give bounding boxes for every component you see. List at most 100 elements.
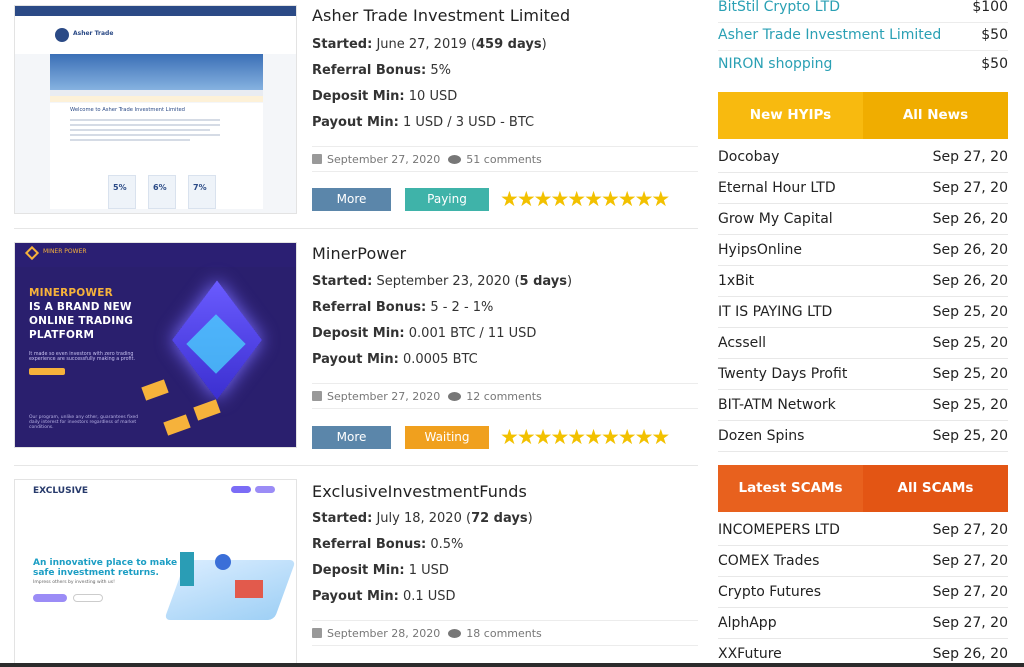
listing-thumbnail[interactable]: EXCLUSIVE An innovative place to make sa… (14, 479, 297, 667)
thumb-coin (141, 379, 169, 401)
rating-stars: ★★★★★★★★★★ (500, 425, 670, 449)
thumb-headline: PLATFORM (29, 329, 95, 341)
thumb-headline-line: safe investment returns. (33, 568, 159, 578)
more-button[interactable]: More (312, 426, 391, 449)
list-item-name[interactable]: INCOMEPERS LTD (718, 522, 840, 538)
list-item-date: Sep 25, 20 (932, 428, 1008, 444)
listing-thumbnail[interactable]: MINER POWER MINERPOWER IS A BRAND NEW ON… (14, 242, 297, 448)
top-list-name[interactable]: NIRON shopping (718, 56, 832, 72)
comments-icon (448, 154, 462, 164)
referral-label: Referral Bonus: (312, 537, 427, 552)
thumb-plan-card (148, 175, 176, 209)
list-item-name[interactable]: XXFuture (718, 646, 782, 662)
status-badge-waiting[interactable]: Waiting (405, 426, 489, 449)
deposit-label: Deposit Min: (312, 563, 405, 578)
meta-payout: Payout Min: 0.1 USD (312, 584, 533, 610)
thumb-text-line (70, 129, 210, 131)
status-badge-paying[interactable]: Paying (405, 188, 489, 211)
list-item[interactable]: Docobay Sep 27, 20 (718, 142, 1008, 173)
list-item[interactable]: Twenty Days Profit Sep 25, 20 (718, 359, 1008, 390)
list-item-name[interactable]: COMEX Trades (718, 553, 819, 569)
list-item[interactable]: Crypto Futures Sep 27, 20 (718, 577, 1008, 608)
thumb-hero (50, 54, 263, 90)
deposit-value: 1 USD (408, 563, 449, 578)
list-item-name[interactable]: 1xBit (718, 273, 754, 289)
meta-deposit: Deposit Min: 1 USD (312, 558, 533, 584)
top-list-name[interactable]: Asher Trade Investment Limited (718, 27, 941, 43)
list-item-name[interactable]: Dozen Spins (718, 428, 804, 444)
meta-referral: Referral Bonus: 5% (312, 58, 547, 84)
list-item[interactable]: INCOMEPERS LTD Sep 27, 20 (718, 515, 1008, 546)
list-item-name[interactable]: Grow My Capital (718, 211, 833, 227)
list-item[interactable]: 1xBit Sep 26, 20 (718, 266, 1008, 297)
list-item-date: Sep 25, 20 (932, 304, 1008, 320)
top-list-amount: $50 (981, 56, 1008, 72)
list-item-name[interactable]: Crypto Futures (718, 584, 821, 600)
thumb-plan-percent: 7% (193, 183, 207, 192)
list-item-date: Sep 25, 20 (932, 366, 1008, 382)
meta-referral: Referral Bonus: 0.5% (312, 532, 533, 558)
tab-latest-scams[interactable]: Latest SCAMs (718, 465, 863, 512)
meta-deposit: Deposit Min: 10 USD (312, 84, 547, 110)
top-list-item[interactable]: Asher Trade Investment Limited $50 (718, 20, 1008, 51)
top-list-name[interactable]: BitStil Crypto LTD (718, 0, 840, 15)
star-icon: ★★★★★★★★★★ (500, 425, 670, 449)
thumb-headline: An innovative place to make safe investm… (33, 558, 177, 578)
list-item-name[interactable]: Eternal Hour LTD (718, 180, 836, 196)
deposit-label: Deposit Min: (312, 326, 405, 341)
list-item-name[interactable]: Docobay (718, 149, 779, 165)
list-item-name[interactable]: IT IS PAYING LTD (718, 304, 832, 320)
thumb-server-graphic (180, 552, 194, 586)
comments-link[interactable]: 51 comments (466, 153, 542, 166)
started-days: 72 days (471, 511, 528, 526)
list-item-name[interactable]: AlphApp (718, 615, 777, 631)
meta-started: Started: September 23, 2020 (5 days) (312, 274, 573, 289)
tab-all-news[interactable]: All News (863, 92, 1008, 139)
more-button[interactable]: More (312, 188, 391, 211)
tab-all-scams[interactable]: All SCAMs (863, 465, 1008, 512)
comments-link[interactable]: 18 comments (466, 627, 542, 640)
listing-title[interactable]: MinerPower (312, 244, 406, 263)
list-item-name[interactable]: HyipsOnline (718, 242, 802, 258)
post-info: September 27, 2020 51 comments (312, 146, 698, 172)
list-item[interactable]: BIT-ATM Network Sep 25, 20 (718, 390, 1008, 421)
listing-thumbnail[interactable]: Asher Trade Welcome to Asher Trade Inves… (14, 5, 297, 214)
list-item-date: Sep 27, 20 (932, 553, 1008, 569)
thumb-plan-percent: 5% (113, 183, 127, 192)
list-item[interactable]: HyipsOnline Sep 26, 20 (718, 235, 1008, 266)
meta-deposit: Deposit Min: 0.001 BTC / 11 USD (312, 321, 572, 347)
list-item[interactable]: COMEX Trades Sep 27, 20 (718, 546, 1008, 577)
list-item-name[interactable]: BIT-ATM Network (718, 397, 836, 413)
thumb-logo-text: Asher Trade (73, 30, 114, 37)
list-item-date: Sep 27, 20 (932, 522, 1008, 538)
post-date: September 27, 2020 (327, 152, 441, 166)
rating-stars: ★★★★★★★★★★ (500, 188, 670, 211)
list-item[interactable]: IT IS PAYING LTD Sep 25, 20 (718, 297, 1008, 328)
top-list-item[interactable]: NIRON shopping $50 (718, 49, 1008, 80)
list-item-date: Sep 27, 20 (932, 149, 1008, 165)
tab-new-hyips[interactable]: New HYIPs (718, 92, 863, 139)
listing-title[interactable]: Asher Trade Investment Limited (312, 6, 570, 25)
list-item[interactable]: Eternal Hour LTD Sep 27, 20 (718, 173, 1008, 204)
thumb-cta (29, 368, 65, 375)
referral-label: Referral Bonus: (312, 300, 427, 315)
listing-meta: Started: July 18, 2020 (72 days) Referra… (312, 506, 533, 610)
listing-title[interactable]: ExclusiveInvestmentFunds (312, 482, 527, 501)
referral-label: Referral Bonus: (312, 63, 427, 78)
thumb-button (33, 594, 67, 602)
list-item-date: Sep 25, 20 (932, 335, 1008, 351)
payout-label: Payout Min: (312, 352, 399, 367)
list-item[interactable]: Acssell Sep 25, 20 (718, 328, 1008, 359)
thumb-plan-card (108, 175, 136, 209)
listing-divider (14, 228, 698, 229)
started-value: June 27, 2019 (376, 37, 467, 52)
comments-link[interactable]: 12 comments (466, 390, 542, 403)
started-label: Started: (312, 37, 373, 52)
latest-scams-tabs: Latest SCAMs All SCAMs (718, 465, 1008, 512)
deposit-value: 10 USD (408, 89, 458, 104)
list-item-name[interactable]: Twenty Days Profit (718, 366, 847, 382)
list-item[interactable]: AlphApp Sep 27, 20 (718, 608, 1008, 639)
list-item[interactable]: Grow My Capital Sep 26, 20 (718, 204, 1008, 235)
list-item[interactable]: Dozen Spins Sep 25, 20 (718, 421, 1008, 452)
list-item-name[interactable]: Acssell (718, 335, 766, 351)
